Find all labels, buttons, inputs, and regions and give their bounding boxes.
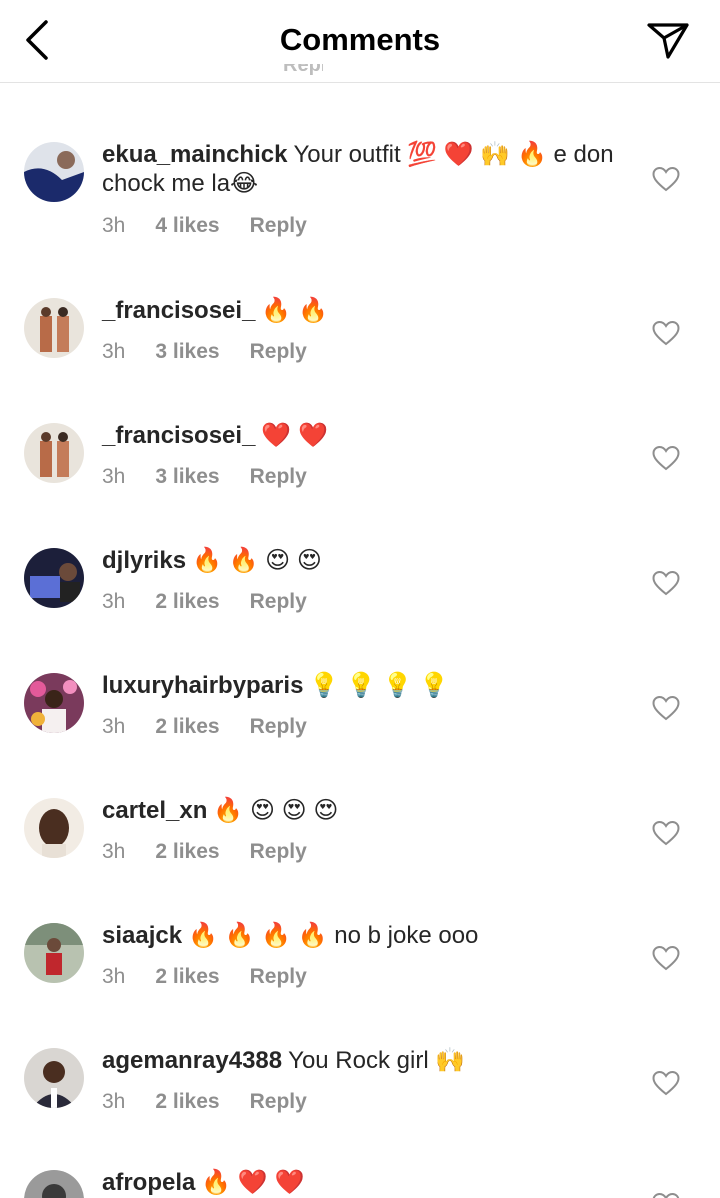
comment-body: 🔥 🔥 [261,297,328,324]
comment-item: agemanray4388 You Rock girl 🙌 3h 2 likes Re… [0,1046,720,1156]
comment-username[interactable]: afropela [102,1169,195,1196]
heart-icon[interactable] [652,320,680,346]
reply-button[interactable]: Reply [250,965,307,989]
comment-likes[interactable]: 2 likes [155,590,219,614]
comment-meta: 3h 2 likes Reply [102,965,337,989]
comment-text: _francisosei_ 🔥 🔥 [102,296,622,325]
comment-likes[interactable]: 2 likes [155,840,219,864]
avatar[interactable] [24,423,84,483]
comment-item: djlyriks 🔥 🔥 😍 😍 3h 2 likes Reply [0,546,720,656]
heart-icon[interactable] [652,945,680,971]
comment-time: 3h [102,1090,126,1113]
heart-icon[interactable] [652,570,680,596]
comment-text: djlyriks 🔥 🔥 😍 😍 [102,546,622,575]
comment-text: agemanray4388 You Rock girl 🙌 [102,1046,622,1075]
reply-button[interactable]: Reply [250,1090,307,1114]
avatar[interactable] [24,142,84,202]
comment-time: 3h [102,840,126,863]
comment-likes[interactable]: 3 likes [155,465,219,489]
comment-item: afropela 🔥 ❤️ ❤️ [0,1168,720,1198]
comment-likes[interactable]: 2 likes [155,1090,219,1114]
paper-plane-icon [647,23,689,59]
comment-time: 3h [102,340,126,363]
avatar[interactable] [24,798,84,858]
comment-text: _francisosei_ ❤️ ❤️ [102,421,622,450]
comment-item: siaajck 🔥 🔥 🔥 🔥 no b joke ooo 3h 2 likes Re… [0,921,720,1031]
avatar[interactable] [24,548,84,608]
comment-text: luxuryhairbyparis 💡 💡 💡 💡 [102,671,622,700]
comment-username[interactable]: ekua_mainchick [102,141,287,168]
reply-button[interactable]: Reply [250,840,307,864]
comment-username[interactable]: _francisosei_ [102,422,255,449]
comment-body: You Rock girl 🙌 [288,1047,466,1074]
comment-meta: 3h 2 likes Reply [102,1090,337,1114]
comment-meta: 3h 2 likes Reply [102,590,337,614]
comment-body: 🔥 ❤️ ❤️ [201,1169,305,1196]
comment-time: 3h [102,715,126,738]
avatar[interactable] [24,923,84,983]
comment-time: 3h [102,965,126,988]
heart-icon[interactable] [652,1070,680,1096]
avatar[interactable] [24,1170,84,1198]
comment-item: cartel_xn 🔥 😍 😍 😍 3h 2 likes Reply [0,796,720,906]
comment-meta: 3h 3 likes Reply [102,340,337,364]
avatar[interactable] [24,673,84,733]
comment-likes[interactable]: 3 likes [155,340,219,364]
comment-item: _francisosei_ ❤️ ❤️ 3h 3 likes Reply [0,421,720,531]
comment-time: 3h [102,590,126,613]
comment-text: afropela 🔥 ❤️ ❤️ [102,1168,622,1197]
comment-username[interactable]: siaajck [102,922,182,949]
comment-meta: 3h 3 likes Reply [102,465,337,489]
partial-reply-link[interactable]: Reply [283,64,323,82]
comment-likes[interactable]: 2 likes [155,715,219,739]
comment-likes[interactable]: 4 likes [155,214,219,238]
avatar[interactable] [24,1048,84,1108]
heart-icon[interactable] [652,445,680,471]
reply-button[interactable]: Reply [250,715,307,739]
comment-username[interactable]: _francisosei_ [102,297,255,324]
comment-item: luxuryhairbyparis 💡 💡 💡 💡 3h 2 likes Reply [0,671,720,781]
comment-text: cartel_xn 🔥 😍 😍 😍 [102,796,622,825]
comment-time: 3h [102,214,126,237]
comment-text: ekua_mainchick Your outfit 💯 ❤️ 🙌 🔥 e don… [102,140,622,198]
avatar[interactable] [24,298,84,358]
reply-button[interactable]: Reply [250,590,307,614]
reply-button[interactable]: Reply [250,214,307,238]
comment-username[interactable]: cartel_xn [102,797,207,824]
comment-item: _francisosei_ 🔥 🔥 3h 3 likes Reply [0,296,720,406]
comment-meta: 3h 2 likes Reply [102,715,337,739]
comment-username[interactable]: luxuryhairbyparis [102,672,303,699]
heart-icon[interactable] [652,695,680,721]
comment-body: ❤️ ❤️ [261,422,328,449]
comment-text: siaajck 🔥 🔥 🔥 🔥 no b joke ooo [102,921,622,950]
heart-icon[interactable] [652,1192,680,1198]
comment-meta: 3h 2 likes Reply [102,840,337,864]
page-title: Comments [279,22,441,57]
heart-icon[interactable] [652,820,680,846]
comment-username[interactable]: agemanray4388 [102,1047,282,1074]
comment-likes[interactable]: 2 likes [155,965,219,989]
comment-body: 🔥 😍 😍 😍 [213,797,339,824]
share-button[interactable] [646,20,690,60]
comment-body: 🔥 🔥 🔥 🔥 no b joke ooo [188,922,479,949]
heart-icon[interactable] [652,166,680,192]
comment-meta: 3h 4 likes Reply [102,214,337,238]
header-bar: Comments Reply [0,0,720,83]
comment-body: 💡 💡 💡 💡 [309,672,449,699]
comment-time: 3h [102,465,126,488]
comment-username[interactable]: djlyriks [102,547,186,574]
reply-button[interactable]: Reply [250,340,307,364]
reply-button[interactable]: Reply [250,465,307,489]
comment-item: ekua_mainchick Your outfit 💯 ❤️ 🙌 🔥 e don… [0,140,720,250]
comment-body: 🔥 🔥 😍 😍 [192,547,322,574]
